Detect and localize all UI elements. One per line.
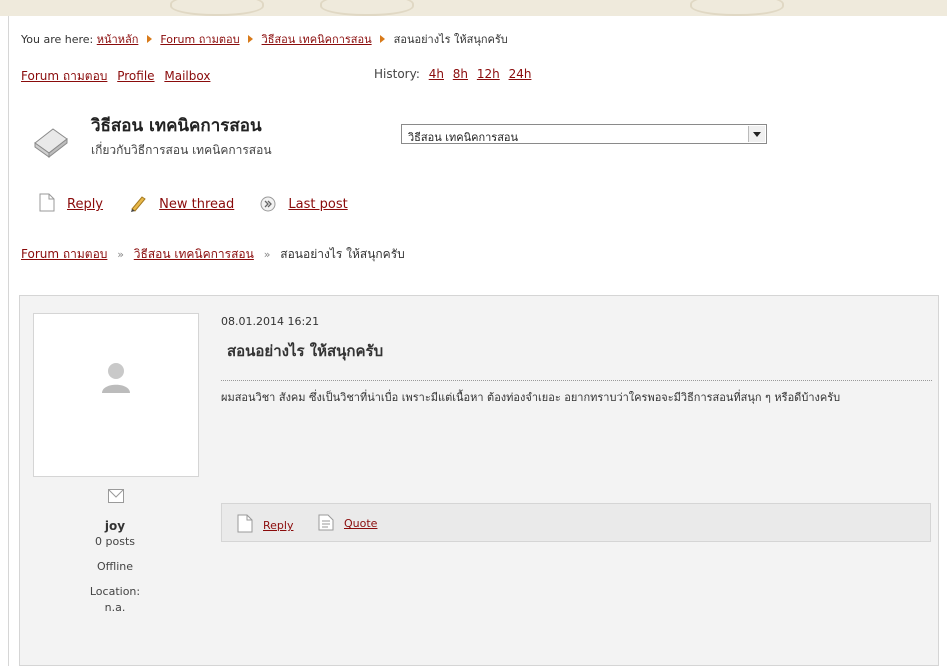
breadcrumb-separator-icon: » <box>117 248 124 261</box>
avatar-frame <box>33 313 199 477</box>
post-quote-action[interactable]: Quote <box>318 514 377 531</box>
forum-nav: Forum ถามตอบ Profile Mailbox <box>21 67 216 86</box>
breadcrumb-home-link[interactable]: หน้าหลัก <box>97 33 139 46</box>
decor-ornament <box>170 0 264 16</box>
nav-forum-link[interactable]: Forum ถามตอบ <box>21 69 107 83</box>
post-quote-link[interactable]: Quote <box>344 517 377 530</box>
thread-actions: Reply New thread Last post <box>39 193 370 212</box>
post-reply-link[interactable]: Reply <box>263 519 293 532</box>
last-post-icon <box>260 196 276 212</box>
decor-ornament <box>320 0 414 16</box>
author-status: Offline <box>96 560 134 573</box>
book-icon <box>34 128 68 159</box>
forum-page: You are here: หน้าหลัก Forum ถามตอบ วิธี… <box>8 16 947 666</box>
breadcrumb-arrow-icon <box>380 35 386 43</box>
breadcrumb-forum-link[interactable]: Forum ถามตอบ <box>160 33 239 46</box>
breadcrumb-arrow-icon <box>146 35 152 43</box>
breadcrumb-category-link[interactable]: วิธีสอน เทคนิคการสอน <box>262 33 372 46</box>
breadcrumb-category-link[interactable]: วิธีสอน เทคนิคการสอน <box>134 247 254 261</box>
breadcrumb-separator-icon: » <box>263 248 271 261</box>
history-24h-link[interactable]: 24h <box>509 67 532 81</box>
forum-description: เกี่ยวกับวิธีการสอน เทคนิคการสอน <box>91 143 272 157</box>
last-post-action[interactable]: Last post <box>260 196 348 212</box>
post-panel: joy 0 posts Offline Location: n.a. 08.01… <box>19 295 939 666</box>
breadcrumb-forum-link[interactable]: Forum ถามตอบ <box>21 247 107 261</box>
history-12h-link[interactable]: 12h <box>477 67 500 81</box>
breadcrumb-prefix: You are here: <box>21 33 94 46</box>
quote-icon <box>318 514 334 531</box>
post-actions-bar: Reply Quote <box>221 503 931 542</box>
mail-icon[interactable] <box>108 489 124 503</box>
breadcrumb-current: สอนอย่างไร ให้สนุกครับ <box>280 247 405 261</box>
history-8h-link[interactable]: 8h <box>453 67 468 81</box>
breadcrumb-mid: Forum ถามตอบ » วิธีสอน เทคนิคการสอน » สอ… <box>21 245 405 264</box>
pencil-icon <box>131 196 146 212</box>
last-post-link[interactable]: Last post <box>288 197 347 212</box>
reply-action[interactable]: Reply <box>39 193 103 212</box>
post-date: 08.01.2014 16:21 <box>221 315 320 328</box>
post-body: ผมสอนวิชา สังคม ซึ่งเป็นวิชาที่น่าเบื่อ … <box>221 391 841 404</box>
new-thread-link[interactable]: New thread <box>159 197 234 212</box>
author-location-label: Location: <box>89 585 141 598</box>
new-thread-action[interactable]: New thread <box>129 194 234 212</box>
author-name[interactable]: joy <box>20 519 210 533</box>
document-icon <box>39 193 55 212</box>
history-nav: History: 4h 8h 12h 24h <box>374 67 531 81</box>
history-4h-link[interactable]: 4h <box>429 67 444 81</box>
breadcrumb-top: You are here: หน้าหลัก Forum ถามตอบ วิธี… <box>21 30 508 48</box>
post-divider <box>221 380 932 381</box>
nav-mailbox-link[interactable]: Mailbox <box>164 69 210 83</box>
post-reply-action[interactable]: Reply <box>237 514 293 533</box>
top-decor-band <box>0 0 947 16</box>
document-icon <box>237 514 253 533</box>
forum-jump-select[interactable]: วิธีสอน เทคนิคการสอน <box>401 124 767 144</box>
post-title: สอนอย่างไร ให้สนุกครับ <box>227 342 384 360</box>
forum-select-value: วิธีสอน เทคนิคการสอน <box>408 131 519 144</box>
nav-profile-link[interactable]: Profile <box>117 69 154 83</box>
chevron-down-icon[interactable] <box>748 126 765 142</box>
breadcrumb-arrow-icon <box>248 35 254 43</box>
decor-ornament <box>690 0 784 16</box>
forum-title: วิธีสอน เทคนิคการสอน <box>91 116 262 136</box>
breadcrumb-current: สอนอย่างไร ให้สนุกครับ <box>393 33 508 46</box>
history-label: History: <box>374 67 420 81</box>
reply-link[interactable]: Reply <box>67 197 103 212</box>
author-location: n.a. <box>104 601 126 614</box>
author-post-count: 0 posts <box>95 535 135 548</box>
avatar-placeholder-icon <box>102 363 130 393</box>
